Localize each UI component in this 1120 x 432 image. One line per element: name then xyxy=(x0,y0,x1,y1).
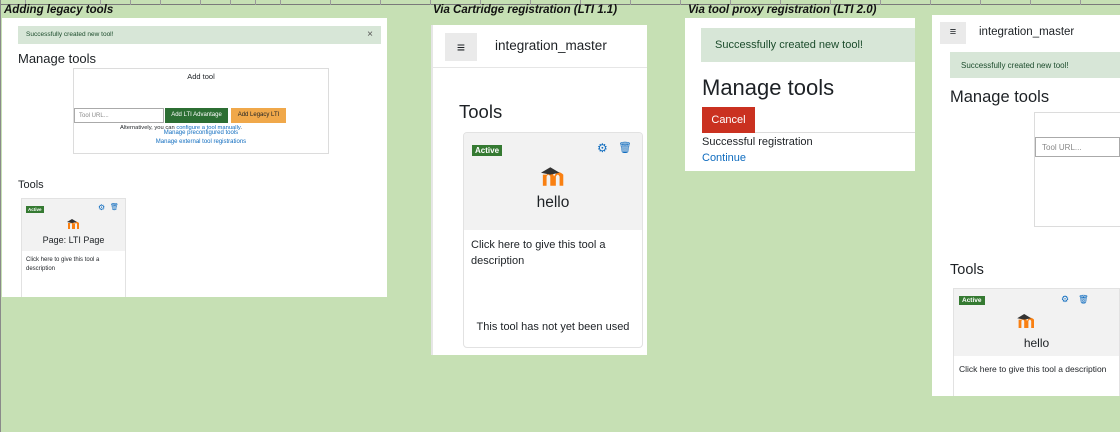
tool-card[interactable]: Active ⚙ 🗑 hello Click here to give this… xyxy=(463,132,643,348)
proxy-result-panel: ≡ integration_master Successfully create… xyxy=(932,15,1120,396)
hamburger-menu-icon[interactable]: ≡ xyxy=(445,33,477,61)
trash-icon[interactable]: 🗑 xyxy=(110,203,119,211)
success-alert: Successfully created new tool! xyxy=(701,28,915,62)
cancel-button[interactable]: Cancel xyxy=(702,107,755,133)
tools-heading: Tools xyxy=(950,262,984,278)
moodle-logo-icon xyxy=(67,216,81,234)
moodle-logo-icon xyxy=(1017,314,1037,333)
caption-cartridge: Via Cartridge registration (LTI 1.1) xyxy=(433,4,618,16)
add-tool-box xyxy=(1034,112,1120,227)
status-badge: Active xyxy=(472,145,503,156)
tool-description[interactable]: Click here to give this tool a descripti… xyxy=(464,230,642,276)
tool-description[interactable]: Click here to give this tool a descripti… xyxy=(22,251,125,279)
gear-icon[interactable]: ⚙ xyxy=(1061,294,1069,305)
tool-url-input[interactable]: Tool URL... xyxy=(74,108,164,123)
hamburger-menu-icon[interactable]: ≡ xyxy=(940,22,966,44)
tool-description[interactable]: Click here to give this tool a descripti… xyxy=(954,356,1119,383)
drawer-edge xyxy=(431,25,433,355)
tool-name: hello xyxy=(1023,336,1050,350)
close-icon[interactable]: × xyxy=(367,29,373,40)
tool-name: Page: LTI Page xyxy=(42,235,105,245)
navbar: ≡ integration_master xyxy=(431,25,647,68)
tool-name: hello xyxy=(536,194,570,211)
moodle-logo-icon xyxy=(541,167,567,191)
tools-heading: Tools xyxy=(459,101,503,122)
page-title: Manage tools xyxy=(702,75,835,100)
legacy-tools-panel: Successfully created new tool! × Manage … xyxy=(2,18,387,297)
trash-icon[interactable]: 🗑 xyxy=(1078,294,1089,305)
registration-status: Successful registration xyxy=(702,136,813,148)
success-alert: Successfully created new tool! xyxy=(950,52,1120,78)
page-title: Manage tools xyxy=(950,88,1050,106)
add-legacy-lti-button[interactable]: Add Legacy LTI xyxy=(231,108,286,123)
gear-icon[interactable]: ⚙ xyxy=(98,203,105,212)
site-name[interactable]: integration_master xyxy=(979,26,1074,38)
spreadsheet-row-border xyxy=(0,0,1,432)
tool-card[interactable]: Active ⚙ 🗑 hello Click here to give this… xyxy=(953,288,1120,396)
add-tool-box: Add tool Tool URL... Add LTI Advantage A… xyxy=(73,68,329,154)
continue-link[interactable]: Continue xyxy=(702,152,746,164)
tool-usage-text: This tool has not yet been used xyxy=(476,321,630,333)
gear-icon[interactable]: ⚙ xyxy=(597,141,608,155)
success-alert: Successfully created new tool! × xyxy=(18,26,381,44)
add-tool-title: Add tool xyxy=(187,72,215,81)
caption-proxy: Via tool proxy registration (LTI 2.0) xyxy=(688,4,877,16)
site-name[interactable]: integration_master xyxy=(495,38,607,53)
status-badge: Active xyxy=(26,206,44,213)
page-title: Manage tools xyxy=(18,51,97,66)
manage-preconfigured-link[interactable]: Manage preconfigured tools xyxy=(74,130,328,136)
tool-card[interactable]: Active ⚙ 🗑 Page: LTI Page Click here to … xyxy=(21,198,126,297)
caption-legacy: Adding legacy tools xyxy=(4,4,114,16)
cartridge-panel: ≡ integration_master Tools Active ⚙ 🗑 he… xyxy=(431,25,647,355)
status-badge: Active xyxy=(959,296,985,305)
trash-icon[interactable]: 🗑 xyxy=(618,141,632,154)
tools-heading: Tools xyxy=(18,179,44,191)
tool-url-input[interactable]: Tool URL... xyxy=(1035,137,1120,157)
manage-external-link[interactable]: Manage external tool registrations xyxy=(74,139,328,145)
navbar: ≡ integration_master xyxy=(932,15,1120,49)
proxy-registration-panel: Successfully created new tool! Manage to… xyxy=(685,18,915,171)
alert-text: Successfully created new tool! xyxy=(26,31,114,38)
add-lti-advantage-button[interactable]: Add LTI Advantage xyxy=(165,108,228,123)
divider xyxy=(755,132,915,133)
